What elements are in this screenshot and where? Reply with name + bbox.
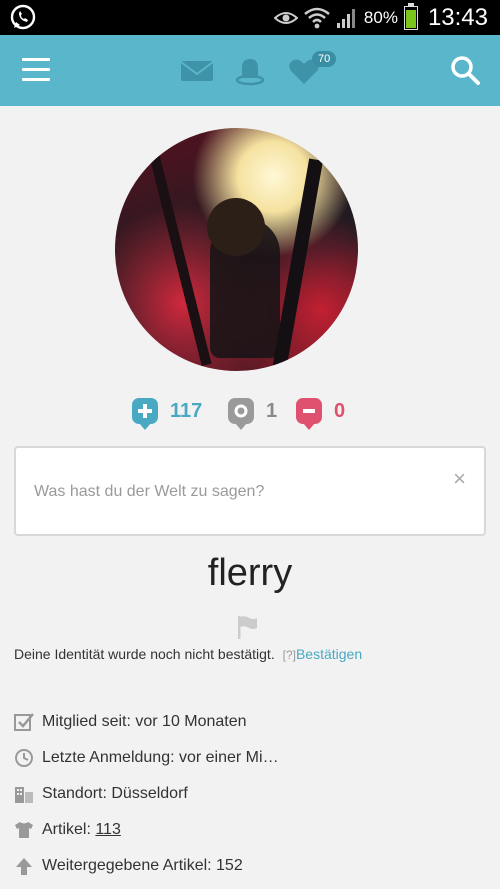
info-last-login: Letzte Anmeldung: vor einer Mi…	[14, 740, 494, 776]
favorites-badge: 70	[312, 51, 337, 67]
items-count-link[interactable]: 113	[95, 821, 121, 839]
last-login-text: Letzte Anmeldung: vor einer Mi…	[42, 749, 279, 766]
battery-percent: 80%	[363, 7, 398, 27]
rating-stats: 117 1 0	[0, 398, 500, 432]
identity-notice: Deine Identität wurde noch nicht bestäti…	[14, 646, 362, 662]
minus-bubble-icon	[296, 398, 322, 430]
close-icon[interactable]: ×	[453, 466, 466, 492]
checkbox-icon	[14, 712, 34, 732]
eye-icon	[273, 11, 298, 24]
signal-icon	[336, 8, 355, 28]
identity-text: Deine Identität wurde noch nicht bestäti…	[14, 646, 275, 662]
identity-help[interactable]: [?]	[283, 648, 296, 662]
battery-icon	[403, 2, 418, 30]
profile-info-list: Mitglied seit: vor 10 Monaten Letzte Anm…	[14, 704, 494, 884]
negative-count: 0	[334, 399, 346, 422]
status-input[interactable]	[32, 482, 436, 502]
building-icon	[14, 784, 34, 804]
info-location: Standort: Düsseldorf	[14, 776, 494, 812]
search-icon[interactable]	[448, 53, 482, 87]
neutral-rating[interactable]: 1	[228, 398, 278, 430]
flag-icon[interactable]	[236, 614, 258, 640]
whatsapp-icon	[10, 4, 36, 30]
status-compose-box: ×	[14, 446, 486, 536]
profile-avatar[interactable]	[115, 128, 358, 371]
app-header: 70	[0, 35, 500, 106]
location-text: Standort: Düsseldorf	[42, 785, 188, 802]
clock-icon	[14, 748, 34, 768]
status-bar: 80% 13:43	[0, 0, 500, 35]
arrow-up-icon	[14, 856, 34, 876]
passed-items-text: Weitergegebene Artikel: 152	[42, 857, 243, 874]
username: flerry	[207, 552, 293, 594]
info-items: Artikel: 113	[14, 812, 494, 848]
tshirt-icon	[14, 820, 34, 840]
neutral-bubble-icon	[228, 398, 254, 430]
info-member-since: Mitglied seit: vor 10 Monaten	[14, 704, 494, 740]
info-passed-items: Weitergegebene Artikel: 152	[14, 848, 494, 884]
positive-rating[interactable]: 117	[132, 398, 203, 430]
mail-icon[interactable]	[178, 51, 218, 91]
items-label: Artikel:	[42, 821, 96, 838]
plus-bubble-icon	[132, 398, 158, 430]
member-since-text: Mitglied seit: vor 10 Monaten	[42, 713, 247, 730]
verify-link[interactable]: Bestätigen	[296, 646, 362, 662]
neutral-count: 1	[266, 399, 278, 422]
menu-icon[interactable]	[22, 58, 50, 82]
wifi-icon	[304, 7, 330, 28]
bell-icon[interactable]	[230, 51, 270, 91]
negative-rating[interactable]: 0	[296, 398, 346, 430]
positive-count: 117	[170, 399, 203, 422]
clock: 13:43	[427, 3, 488, 31]
